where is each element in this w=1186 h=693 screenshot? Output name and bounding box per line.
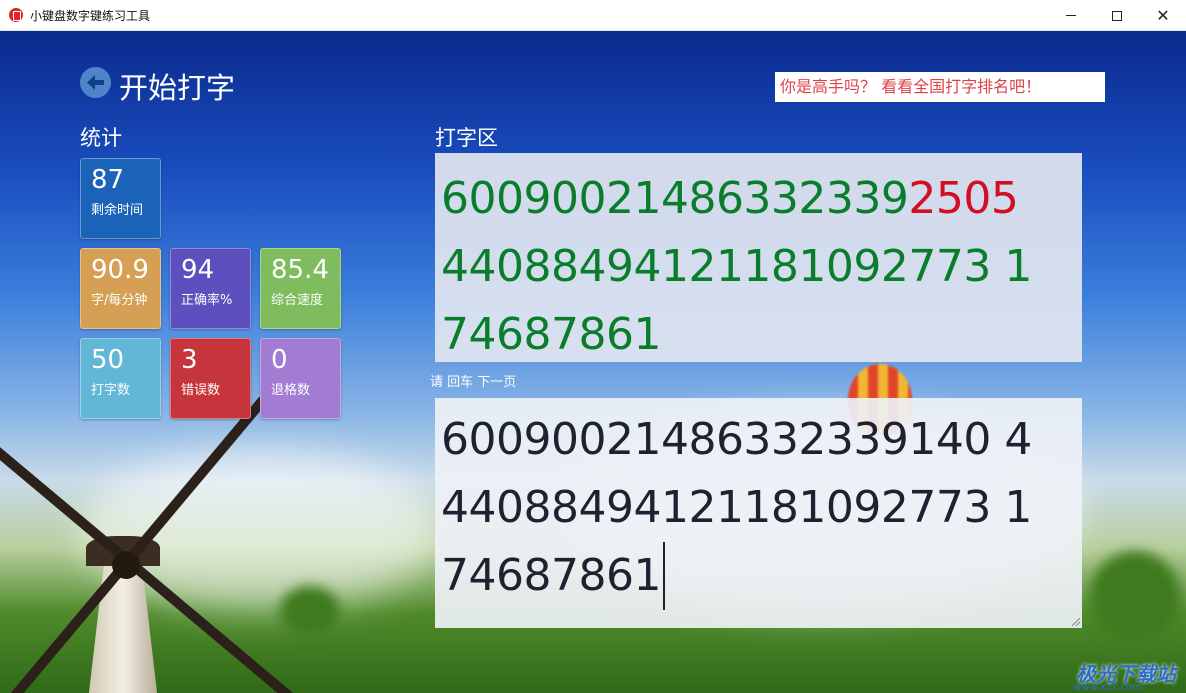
stat-value: 0 (271, 345, 288, 375)
maximize-icon (1112, 10, 1122, 21)
stat-label: 剩余时间 (91, 203, 144, 218)
next-page-hint: 请 回车 下一页 (430, 375, 517, 390)
text-caret (662, 542, 665, 610)
source-error-text: 2505 (908, 173, 1019, 224)
stat-value: 3 (181, 345, 198, 375)
stats-section-label: 统计 (80, 126, 122, 150)
source-line: 74687861 (441, 309, 661, 360)
input-line: 60090021486332339140 4 (441, 414, 1032, 465)
stat-tile-remaining-time: 87 剩余时间 (80, 158, 161, 239)
stat-value: 50 (91, 345, 125, 375)
stat-label: 错误数 (181, 383, 221, 398)
stat-tile-error-count: 3 错误数 (170, 338, 251, 419)
close-icon: ✕ (1156, 5, 1170, 25)
source-text-panel: 600900214863323392505 440884941211810927… (435, 153, 1082, 362)
stat-value: 90.9 (91, 255, 149, 285)
page-title: 开始打字 (119, 71, 236, 105)
source-line: 44088494121181092773 1 (441, 241, 1032, 292)
arrow-left-icon (87, 75, 104, 90)
minimize-button[interactable] (1048, 0, 1094, 31)
stat-tile-typed-count: 50 打字数 (80, 338, 161, 419)
stat-tile-combined-speed: 85.4 综合速度 (260, 248, 341, 329)
close-button[interactable]: ✕ (1140, 0, 1186, 31)
typing-section-label: 打字区 (435, 126, 498, 150)
stat-tile-speed: 90.9 字/每分钟 (80, 248, 161, 329)
watermark-url: www.xz7.com (1073, 682, 1142, 693)
window-controls: ✕ (1048, 0, 1186, 31)
windmill-hub (112, 551, 140, 579)
window-titlebar: 小键盘数字键练习工具 ✕ (0, 0, 1186, 31)
background-tree (280, 586, 340, 636)
stat-label: 正确率% (181, 293, 233, 308)
background-tree (1090, 551, 1180, 641)
stat-value: 85.4 (271, 255, 329, 285)
minimize-icon (1066, 15, 1076, 16)
back-button[interactable] (80, 67, 111, 98)
stat-value: 87 (91, 165, 125, 195)
input-line: 44088494121181092773 1 (441, 482, 1032, 533)
source-line: 600900214863323392505 (441, 165, 1082, 233)
stat-label: 综合速度 (271, 293, 324, 308)
stat-label: 退格数 (271, 383, 311, 398)
ranking-link[interactable]: 你是高手吗？ 看看全国打字排名吧！ (775, 72, 1105, 102)
stat-tile-backspace-count: 0 退格数 (260, 338, 341, 419)
maximize-button[interactable] (1094, 0, 1140, 31)
typing-input[interactable]: 60090021486332339140 4 44088494121181092… (435, 398, 1082, 628)
input-line-text: 74687861 (441, 550, 661, 601)
app-icon (9, 8, 23, 22)
input-line: 74687861 (441, 542, 1082, 610)
window-title: 小键盘数字键练习工具 (30, 8, 151, 23)
stat-label: 打字数 (91, 383, 131, 398)
source-correct-text: 60090021486332339 (441, 173, 909, 224)
resize-grip-icon[interactable] (1072, 618, 1080, 626)
stat-label: 字/每分钟 (91, 293, 148, 308)
stat-value: 94 (181, 255, 215, 285)
stat-tile-accuracy: 94 正确率% (170, 248, 251, 329)
app-content: 开始打字 你是高手吗？ 看看全国打字排名吧！ 统计 87 剩余时间 90.9 字… (0, 31, 1186, 693)
